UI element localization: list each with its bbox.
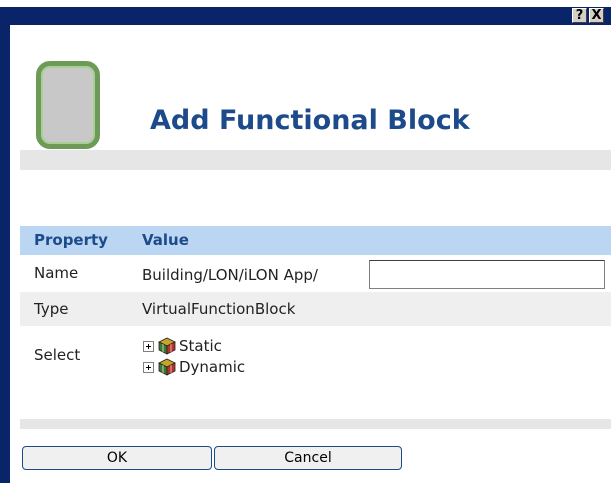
name-input[interactable] — [369, 260, 605, 289]
help-button[interactable]: ? — [572, 8, 587, 23]
tree-label-static: Static — [179, 337, 222, 355]
ok-button[interactable]: OK — [22, 446, 212, 470]
header-divider — [20, 150, 611, 170]
dialog-title: Add Functional Block — [150, 105, 470, 136]
grid-header-row: Property Value — [20, 226, 611, 255]
expand-icon[interactable] — [143, 340, 154, 352]
tree-item-dynamic[interactable]: Dynamic — [143, 356, 245, 378]
name-label: Name — [34, 264, 79, 282]
select-label: Select — [34, 346, 81, 364]
window-titlebar[interactable]: ? X — [0, 7, 611, 25]
close-icon: X — [591, 8, 602, 23]
top-strip — [0, 0, 611, 7]
grid-row-select: Select Static Dynamic — [20, 326, 611, 392]
window-left-border — [0, 25, 10, 483]
functional-block-logo-icon — [36, 61, 100, 149]
functional-block-icon — [158, 337, 176, 355]
grid-row-type: Type VirtualFunctionBlock — [20, 292, 611, 326]
type-label: Type — [34, 300, 69, 318]
tree-item-static[interactable]: Static — [143, 335, 222, 357]
expand-icon[interactable] — [143, 361, 154, 373]
type-value: VirtualFunctionBlock — [142, 300, 296, 318]
functional-block-icon — [158, 358, 176, 376]
name-path-prefix: Building/LON/iLON App/ — [142, 266, 318, 284]
tree-label-dynamic: Dynamic — [179, 358, 246, 376]
help-icon: ? — [575, 8, 584, 23]
grid-row-name: Name Building/LON/iLON App/ — [20, 255, 611, 292]
footer-divider — [20, 419, 611, 429]
cancel-button[interactable]: Cancel — [214, 446, 402, 470]
close-button[interactable]: X — [589, 8, 604, 23]
column-header-value: Value — [142, 231, 189, 249]
column-header-property: Property — [34, 231, 108, 249]
